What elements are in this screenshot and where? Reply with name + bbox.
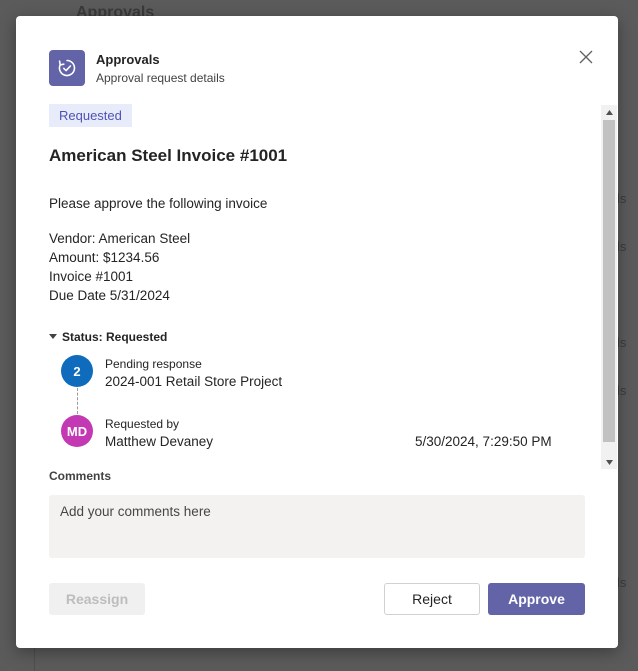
scroll-up-button[interactable] <box>601 105 617 119</box>
approve-button[interactable]: Approve <box>488 583 585 615</box>
status-toggle[interactable]: Status: Requested <box>49 330 167 344</box>
detail-line: Invoice #1001 <box>49 269 134 284</box>
comments-label: Comments <box>49 469 112 483</box>
detail-line: Due Date 5/31/2024 <box>49 288 170 303</box>
request-title: American Steel Invoice #1001 <box>49 146 288 165</box>
approvals-icon <box>49 50 85 86</box>
app-name: Approvals <box>96 52 160 67</box>
reject-button[interactable]: Reject <box>384 583 480 615</box>
close-button[interactable] <box>574 45 598 69</box>
status-header-label: Status: Requested <box>62 330 168 344</box>
reassign-button[interactable]: Reassign <box>49 583 145 615</box>
scrollbar-thumb[interactable] <box>603 120 615 442</box>
background-divider <box>34 648 35 671</box>
step-label: Pending response <box>105 357 202 371</box>
status-badge: Requested <box>49 104 132 127</box>
background-text: ls <box>617 335 627 350</box>
arrow-up-icon <box>605 109 613 115</box>
content-scrollbar[interactable] <box>601 105 617 469</box>
timeline-connector <box>77 388 78 414</box>
caret-down-icon <box>49 334 57 339</box>
request-details: Requested American Steel Invoice #1001 P… <box>16 104 618 464</box>
requester-name: Matthew Devaney <box>105 434 214 449</box>
detail-line: Vendor: American Steel <box>49 231 191 246</box>
approval-details-dialog: Approvals Approval request details Reque… <box>16 16 618 648</box>
background-text: ls <box>617 575 627 590</box>
background-text: ls <box>617 239 627 254</box>
step-label: Requested by <box>105 417 180 431</box>
arrow-down-icon <box>605 459 613 465</box>
request-timestamp: 5/30/2024, 7:29:50 PM <box>415 434 552 449</box>
background-text: ls <box>617 383 627 398</box>
detail-line: Amount: $1234.56 <box>49 250 160 265</box>
pending-count-badge: 2 <box>61 355 93 387</box>
request-intro: Please approve the following invoice <box>49 196 268 211</box>
app-subtitle: Approval request details <box>96 71 225 85</box>
avatar: MD <box>61 415 93 447</box>
close-icon <box>579 50 593 64</box>
request-details-text: Vendor: American Steel Amount: $1234.56 … <box>49 229 190 305</box>
background-text: ls <box>617 191 627 206</box>
step-value: 2024-001 Retail Store Project <box>105 374 283 389</box>
scroll-down-button[interactable] <box>601 455 617 469</box>
comments-input[interactable] <box>49 495 585 558</box>
